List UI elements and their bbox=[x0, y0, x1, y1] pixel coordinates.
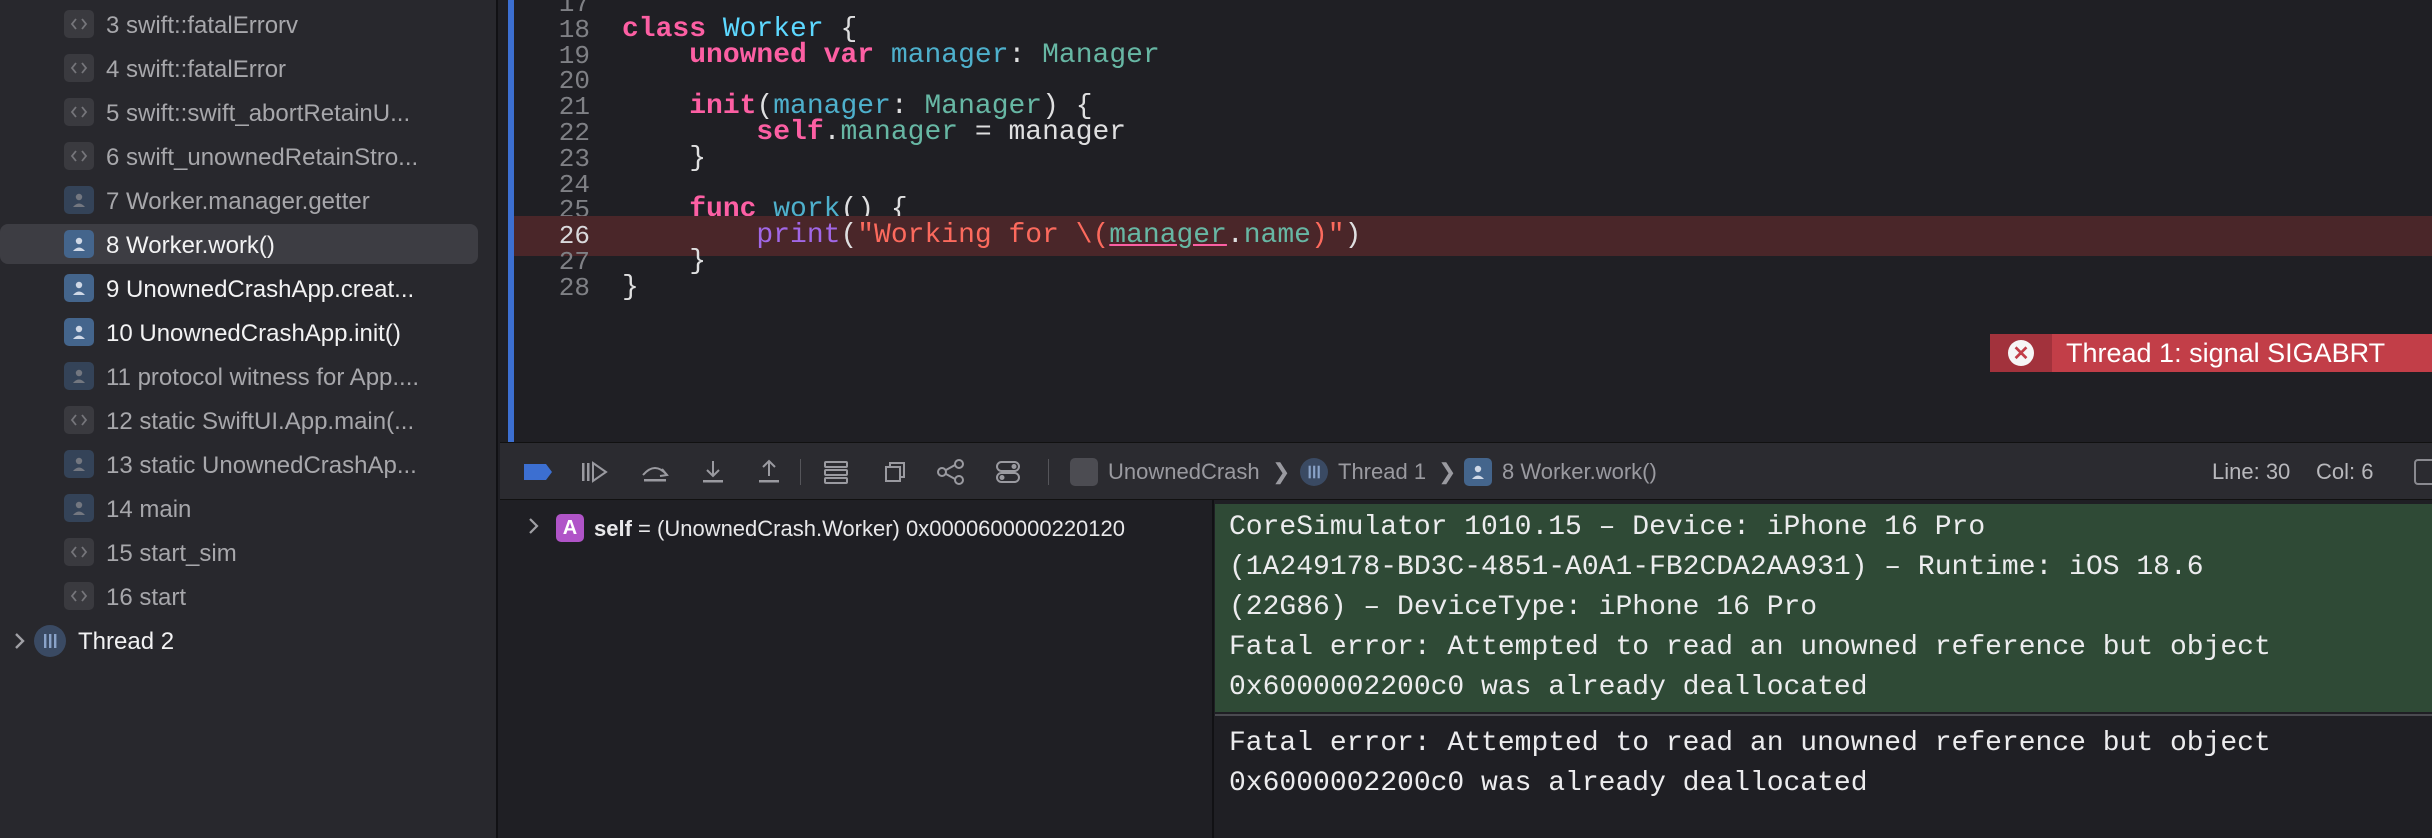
stack-frame-label: 9 UnownedCrashApp.creat... bbox=[106, 276, 415, 303]
stack-frame-row[interactable]: 15 start_sim bbox=[0, 532, 478, 572]
variable-value: = (UnownedCrash.Worker) 0x00006000002201… bbox=[631, 516, 1125, 541]
line-indicator: Line: 30 bbox=[2212, 459, 2291, 484]
stack-frame-row[interactable]: 4 swift::fatalError bbox=[0, 48, 478, 88]
system-frame-icon bbox=[64, 10, 94, 38]
stack-frame-row[interactable]: 3 swift::fatalErrorv bbox=[0, 4, 478, 44]
system-frame-icon bbox=[64, 98, 94, 126]
error-annotation[interactable]: ✕ Thread 1: signal SIGABRT bbox=[1990, 334, 2432, 372]
system-frame-icon bbox=[64, 142, 94, 170]
stack-frame-row[interactable]: 16 start bbox=[0, 576, 478, 616]
breakpoints-toggle-icon[interactable] bbox=[522, 457, 554, 487]
environment-overrides-icon[interactable] bbox=[994, 457, 1022, 487]
line-number: 28 bbox=[558, 272, 590, 303]
user-frame-icon bbox=[64, 186, 94, 214]
console-block: Fatal error: Attempted to read an unowne… bbox=[1215, 722, 2432, 804]
system-frame-icon bbox=[64, 54, 94, 82]
source-editor[interactable]: 17 18 class Worker {19 unowned var manager… bbox=[500, 0, 2432, 442]
system-frame-icon bbox=[64, 582, 94, 610]
debug-memory-graph-icon[interactable] bbox=[882, 457, 910, 487]
step-out-icon[interactable] bbox=[756, 457, 782, 487]
stack-frame-label: 15 start_sim bbox=[106, 540, 237, 567]
user-frame-icon bbox=[64, 318, 94, 346]
stack-frame-label: 12 static SwiftUI.App.main(... bbox=[106, 408, 415, 435]
thread-2-label: Thread 2 bbox=[78, 628, 175, 655]
panel-toggle-icon[interactable] bbox=[2414, 459, 2432, 485]
stack-frame-label: 14 main bbox=[106, 496, 192, 523]
console-highlighted-block: CoreSimulator 1010.15 – Device: iPhone 1… bbox=[1215, 504, 2432, 712]
user-frame-icon bbox=[1464, 458, 1492, 486]
debug-bar: UnownedCrash ❯ Thread 1 ❯ 8 Worker.work(… bbox=[500, 442, 2432, 500]
console-output[interactable]: CoreSimulator 1010.15 – Device: iPhone 1… bbox=[1215, 500, 2432, 838]
system-frame-icon bbox=[64, 406, 94, 434]
breadcrumb-project[interactable]: UnownedCrash bbox=[1070, 457, 1260, 487]
stack-frame-label: 5 swift::swift_abortRetainU... bbox=[106, 100, 411, 127]
console-separator bbox=[1215, 714, 2432, 716]
stack-frame-row[interactable]: 6 swift_unownedRetainStro... bbox=[0, 136, 478, 176]
console-line: (22G86) – DeviceType: iPhone 16 Pro bbox=[1229, 592, 1818, 623]
console-line: CoreSimulator 1010.15 – Device: iPhone 1… bbox=[1229, 512, 1986, 543]
variable-kind-badge: A bbox=[556, 514, 584, 542]
variables-view[interactable]: A self = (UnownedCrash.Worker) 0x0000600… bbox=[500, 500, 1214, 838]
stack-frame-label: 4 swift::fatalError bbox=[106, 56, 287, 83]
step-into-icon[interactable] bbox=[700, 457, 726, 487]
breadcrumb-separator-icon: ❯ bbox=[1438, 459, 1457, 484]
user-frame-icon bbox=[64, 230, 94, 258]
stack-frame-row[interactable]: 13 static UnownedCrashAp... bbox=[0, 444, 478, 484]
user-frame-icon bbox=[64, 362, 94, 390]
stack-frame-row[interactable]: 7 Worker.manager.getter bbox=[0, 180, 478, 220]
stack-frame-row[interactable]: 12 static SwiftUI.App.main(... bbox=[0, 400, 478, 440]
column-indicator: Col: 6 bbox=[2316, 459, 2374, 484]
error-message: Thread 1: signal SIGABRT bbox=[2066, 337, 2386, 368]
console-line: 0x6000002200c0 was already deallocated bbox=[1229, 768, 1868, 799]
console-line: Fatal error: Attempted to read an unowne… bbox=[1229, 632, 2271, 663]
thread-icon bbox=[1300, 458, 1328, 486]
stack-frame-row[interactable]: 10 UnownedCrashApp.init() bbox=[0, 312, 478, 352]
continue-icon[interactable] bbox=[580, 457, 610, 487]
error-x-icon: ✕ bbox=[2008, 340, 2034, 366]
console-line: (1A249178-BD3C-4851-A0A1-FB2CDA2AA931) –… bbox=[1229, 552, 2204, 583]
breadcrumb-separator-icon: ❯ bbox=[1272, 459, 1291, 484]
stack-frame-label: 3 swift::fatalErrorv bbox=[106, 12, 299, 39]
code-token: } bbox=[622, 271, 639, 303]
variable-name: self bbox=[594, 516, 632, 541]
variable-row[interactable]: A self = (UnownedCrash.Worker) 0x0000600… bbox=[500, 512, 1200, 544]
console-line: 0x6000002200c0 was already deallocated bbox=[1229, 672, 1868, 703]
debug-view-hierarchy-icon[interactable] bbox=[822, 457, 850, 487]
stack-frame-label: 7 Worker.manager.getter bbox=[106, 188, 370, 215]
stack-frame-row[interactable]: 11 protocol witness for App.... bbox=[0, 356, 478, 396]
error-badge: ✕ bbox=[1990, 334, 2052, 372]
thread-2-row[interactable]: Thread 2 bbox=[0, 620, 478, 660]
memory-graph-nodes-icon[interactable] bbox=[936, 457, 966, 487]
breadcrumb-frame[interactable]: 8 Worker.work() bbox=[1464, 457, 1657, 487]
stack-frame-label: 16 start bbox=[106, 584, 187, 611]
stack-frame-row[interactable]: 9 UnownedCrashApp.creat... bbox=[0, 268, 478, 308]
step-over-icon[interactable] bbox=[640, 457, 670, 487]
breadcrumb-thread[interactable]: Thread 1 bbox=[1300, 457, 1426, 487]
disclosure-chevron-icon[interactable] bbox=[10, 630, 30, 650]
debug-navigator: 3 swift::fatalErrorv4 swift::fatalError5… bbox=[0, 0, 498, 838]
expand-chevron-icon[interactable] bbox=[526, 516, 542, 542]
user-frame-icon bbox=[64, 450, 94, 478]
stack-frame-label: 13 static UnownedCrashAp... bbox=[106, 452, 417, 479]
stack-frame-label: 6 swift_unownedRetainStro... bbox=[106, 144, 419, 171]
stack-frame-label: 11 protocol witness for App.... bbox=[106, 364, 420, 391]
stack-frame-row[interactable]: 5 swift::swift_abortRetainU... bbox=[0, 92, 478, 132]
user-frame-icon bbox=[64, 274, 94, 302]
app-icon bbox=[1070, 458, 1098, 486]
code-line[interactable]: 28} bbox=[514, 268, 2432, 308]
toolbar-divider bbox=[800, 459, 801, 485]
code-text: } bbox=[622, 268, 639, 308]
thread-icon bbox=[34, 625, 66, 657]
console-line: Fatal error: Attempted to read an unowne… bbox=[1229, 728, 2271, 759]
stack-frame-row[interactable]: 14 main bbox=[0, 488, 478, 528]
user-frame-icon bbox=[64, 494, 94, 522]
stack-frame-label: 8 Worker.work() bbox=[106, 232, 275, 259]
toolbar-divider bbox=[1048, 459, 1049, 485]
system-frame-icon bbox=[64, 538, 94, 566]
stack-frame-row[interactable]: 8 Worker.work() bbox=[0, 224, 478, 264]
stack-frame-label: 10 UnownedCrashApp.init() bbox=[106, 320, 401, 347]
